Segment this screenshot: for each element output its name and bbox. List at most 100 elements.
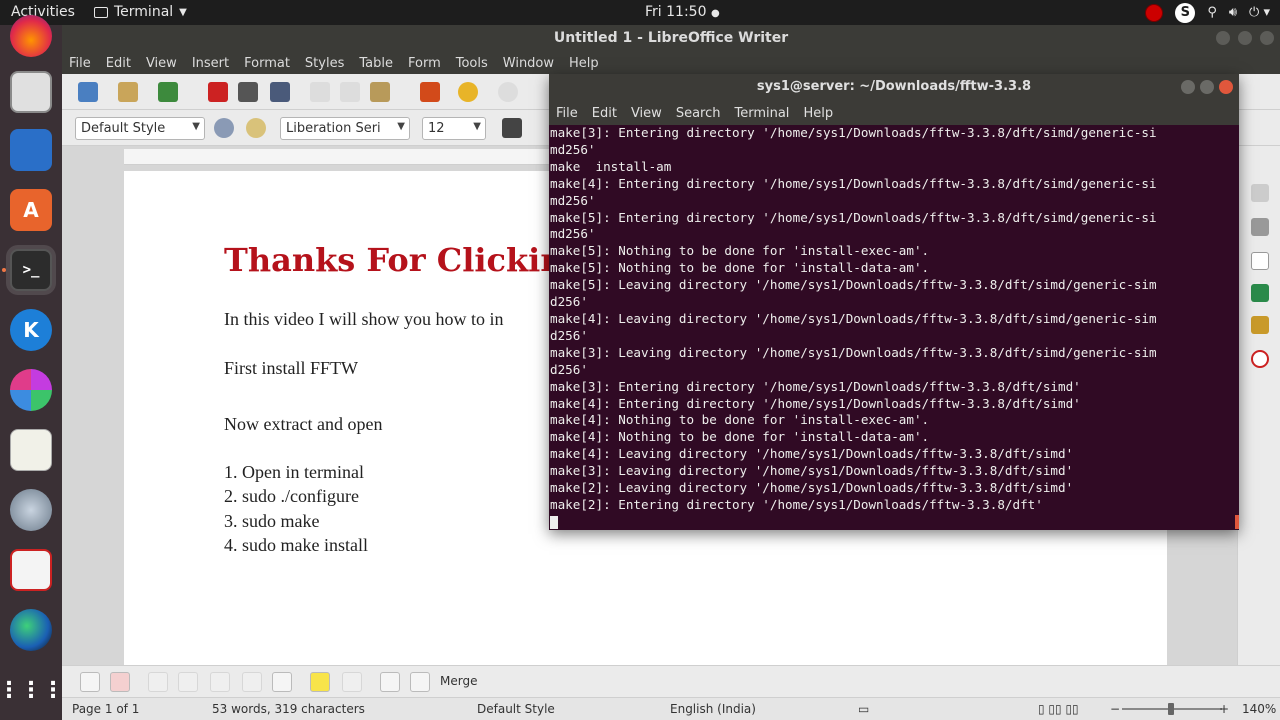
maximize-button[interactable]: [1238, 31, 1252, 45]
software-center-icon[interactable]: A: [10, 189, 52, 231]
skype-icon[interactable]: S: [1175, 2, 1196, 23]
undo-icon[interactable]: [458, 82, 478, 102]
terminal-icon[interactable]: >_: [10, 249, 52, 291]
menu-table[interactable]: Table: [359, 56, 393, 71]
mail-merge-icon[interactable]: [380, 672, 400, 692]
form-field-icon[interactable]: [178, 672, 198, 692]
menu-view[interactable]: View: [146, 56, 177, 71]
form-field-icon[interactable]: [272, 672, 292, 692]
ms-office-icon[interactable]: [10, 369, 52, 411]
record-icon[interactable]: [1145, 3, 1164, 22]
resize-handle[interactable]: [1235, 515, 1239, 529]
menu-edit[interactable]: Edit: [592, 106, 617, 121]
form-field-icon[interactable]: [342, 672, 362, 692]
files-icon[interactable]: [10, 71, 52, 113]
font-color-icon[interactable]: [502, 118, 522, 138]
new-style-icon[interactable]: [246, 118, 266, 138]
minimize-button[interactable]: [1216, 31, 1230, 45]
language[interactable]: English (India): [670, 702, 756, 716]
update-style-icon[interactable]: [214, 118, 234, 138]
cut-icon[interactable]: [310, 82, 330, 102]
paste-icon[interactable]: [370, 82, 390, 102]
status-bar: Page 1 of 1 53 words, 319 characters Def…: [62, 697, 1280, 720]
menu-terminal[interactable]: Terminal: [734, 106, 789, 121]
menu-search[interactable]: Search: [676, 106, 721, 121]
open-folder-icon[interactable]: [118, 82, 138, 102]
terminal-cursor-line: [550, 514, 1236, 530]
menu-format[interactable]: Format: [244, 56, 290, 71]
volume-icon[interactable]: 🔊︎: [1229, 5, 1237, 20]
zoom-slider-thumb[interactable]: [1168, 703, 1174, 715]
power-icon[interactable]: ⏻ ▾: [1249, 5, 1270, 20]
menu-form[interactable]: Form: [408, 56, 441, 71]
kde-icon[interactable]: K: [10, 309, 52, 351]
writer-menubar: File Edit View Insert Format Styles Tabl…: [62, 52, 1280, 74]
form-design-icon[interactable]: [80, 672, 100, 692]
terminal-line: make[5]: Nothing to be done for 'install…: [550, 260, 930, 276]
pdf-reader-icon[interactable]: [10, 549, 52, 591]
redo-icon[interactable]: [498, 82, 518, 102]
clock[interactable]: Fri 11:50 ●: [645, 4, 720, 20]
selection-mode-icon[interactable]: ▭: [858, 702, 869, 716]
menu-help[interactable]: Help: [803, 106, 833, 121]
fields-icon[interactable]: [410, 672, 430, 692]
menu-insert[interactable]: Insert: [192, 56, 229, 71]
styles-icon[interactable]: [1251, 284, 1269, 302]
close-button[interactable]: [1260, 31, 1274, 45]
view-layout-icon[interactable]: ▯ ▯▯ ▯▯: [1038, 702, 1079, 716]
merge-button[interactable]: Merge: [440, 674, 477, 688]
close-button[interactable]: [1219, 80, 1233, 94]
firefox-icon[interactable]: [10, 15, 52, 57]
note-icon[interactable]: [310, 672, 330, 692]
menu-edit[interactable]: Edit: [106, 56, 131, 71]
clone-format-icon[interactable]: [420, 82, 440, 102]
menu-help[interactable]: Help: [569, 56, 599, 71]
menu-tools[interactable]: Tools: [456, 56, 488, 71]
menu-view[interactable]: View: [631, 106, 662, 121]
page-icon[interactable]: [1251, 252, 1269, 270]
paragraph-style-select[interactable]: Default Style ▼: [75, 117, 205, 140]
zoom-in-button[interactable]: +: [1219, 702, 1229, 716]
maximize-button[interactable]: [1200, 80, 1214, 94]
export-pdf-icon[interactable]: [208, 82, 228, 102]
form-field-icon[interactable]: [148, 672, 168, 692]
app-menu[interactable]: Terminal ▼: [94, 4, 187, 20]
page-style[interactable]: Default Style: [477, 702, 555, 716]
form-record-icon[interactable]: [110, 672, 130, 692]
form-field-icon[interactable]: [210, 672, 230, 692]
navigator-icon[interactable]: [1251, 350, 1269, 368]
properties-icon[interactable]: [1251, 218, 1269, 236]
text-editor-icon[interactable]: [10, 429, 52, 471]
font-name-select[interactable]: Liberation Seri ▼: [280, 117, 410, 140]
globe-icon[interactable]: [10, 609, 52, 651]
zoom-out-button[interactable]: −: [1110, 702, 1120, 716]
terminal-titlebar[interactable]: sys1@server: ~/Downloads/fftw-3.3.8: [549, 74, 1239, 101]
app-menu-label: Terminal: [114, 4, 174, 20]
terminal-line: make[4]: Leaving directory '/home/sys1/D…: [550, 446, 1074, 462]
menu-styles[interactable]: Styles: [305, 56, 344, 71]
terminal-output[interactable]: make[3]: Entering directory '/home/sys1/…: [550, 125, 1236, 530]
font-size-select[interactable]: 12 ▼: [422, 117, 486, 140]
accessibility-icon[interactable]: ⚲: [1207, 5, 1217, 20]
copy-icon[interactable]: [340, 82, 360, 102]
sidebar-menu-icon[interactable]: [1251, 184, 1269, 202]
search-tool-icon[interactable]: [10, 489, 52, 531]
show-apps-icon[interactable]: ⋮⋮⋮: [0, 669, 64, 711]
page-count[interactable]: Page 1 of 1: [72, 702, 139, 716]
save-icon[interactable]: [158, 82, 178, 102]
print-icon[interactable]: [238, 82, 258, 102]
print-preview-icon[interactable]: [270, 82, 290, 102]
menu-file[interactable]: File: [556, 106, 578, 121]
gallery-icon[interactable]: [1251, 316, 1269, 334]
writer-titlebar[interactable]: Untitled 1 - LibreOffice Writer: [62, 25, 1280, 52]
form-field-icon[interactable]: [242, 672, 262, 692]
menu-window[interactable]: Window: [503, 56, 554, 71]
menu-file[interactable]: File: [69, 56, 91, 71]
horizontal-ruler[interactable]: [124, 149, 569, 165]
zoom-level[interactable]: 140%: [1242, 702, 1276, 716]
writer-icon[interactable]: [10, 129, 52, 171]
word-count[interactable]: 53 words, 319 characters: [212, 702, 365, 716]
minimize-button[interactable]: [1181, 80, 1195, 94]
paragraph-style-value: Default Style: [81, 121, 166, 136]
new-document-icon[interactable]: [78, 82, 98, 102]
